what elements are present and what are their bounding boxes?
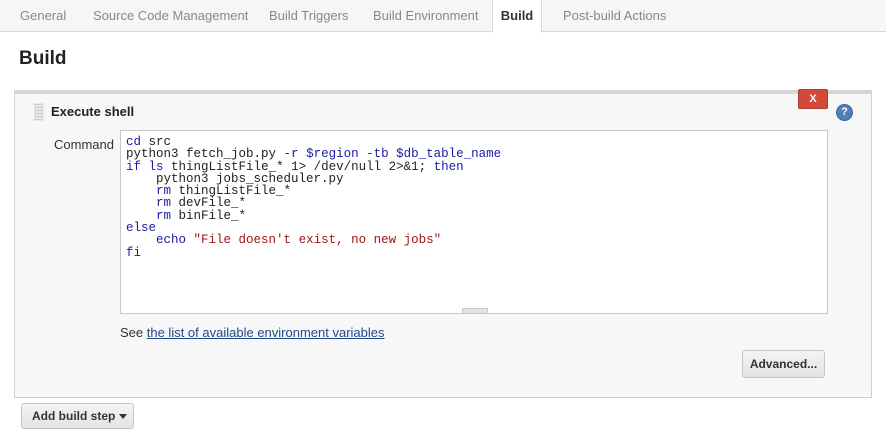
tab-build-environment[interactable]: Build Environment: [373, 0, 479, 32]
add-build-step-button[interactable]: Add build step: [21, 403, 134, 429]
delete-step-button[interactable]: X: [798, 89, 828, 109]
resize-handle[interactable]: [462, 308, 488, 313]
command-editor[interactable]: cd src python3 fetch_job.py -r $region -…: [120, 130, 828, 314]
build-step-title: Execute shell: [51, 104, 135, 119]
env-vars-hint: See the list of available environment va…: [120, 325, 385, 340]
advanced-button[interactable]: Advanced...: [742, 350, 825, 378]
env-vars-hint-prefix: See: [120, 325, 147, 340]
tab-bar: General Source Code Management Build Tri…: [0, 0, 886, 33]
command-code: cd src python3 fetch_job.py -r $region -…: [126, 135, 502, 260]
command-label: Command: [54, 137, 114, 152]
tab-post-build-actions[interactable]: Post-build Actions: [563, 0, 666, 32]
help-icon[interactable]: ?: [837, 105, 852, 120]
tab-build[interactable]: Build: [492, 0, 542, 33]
section-title: Build: [19, 48, 67, 69]
env-vars-link[interactable]: the list of available environment variab…: [147, 325, 385, 340]
drag-handle-icon[interactable]: [34, 103, 44, 121]
tab-source-code-management[interactable]: Source Code Management: [93, 0, 248, 32]
add-build-step-label: Add build step: [32, 409, 116, 423]
tab-build-triggers[interactable]: Build Triggers: [269, 0, 348, 32]
chevron-down-icon: [119, 414, 127, 419]
tab-general[interactable]: General: [20, 0, 66, 32]
